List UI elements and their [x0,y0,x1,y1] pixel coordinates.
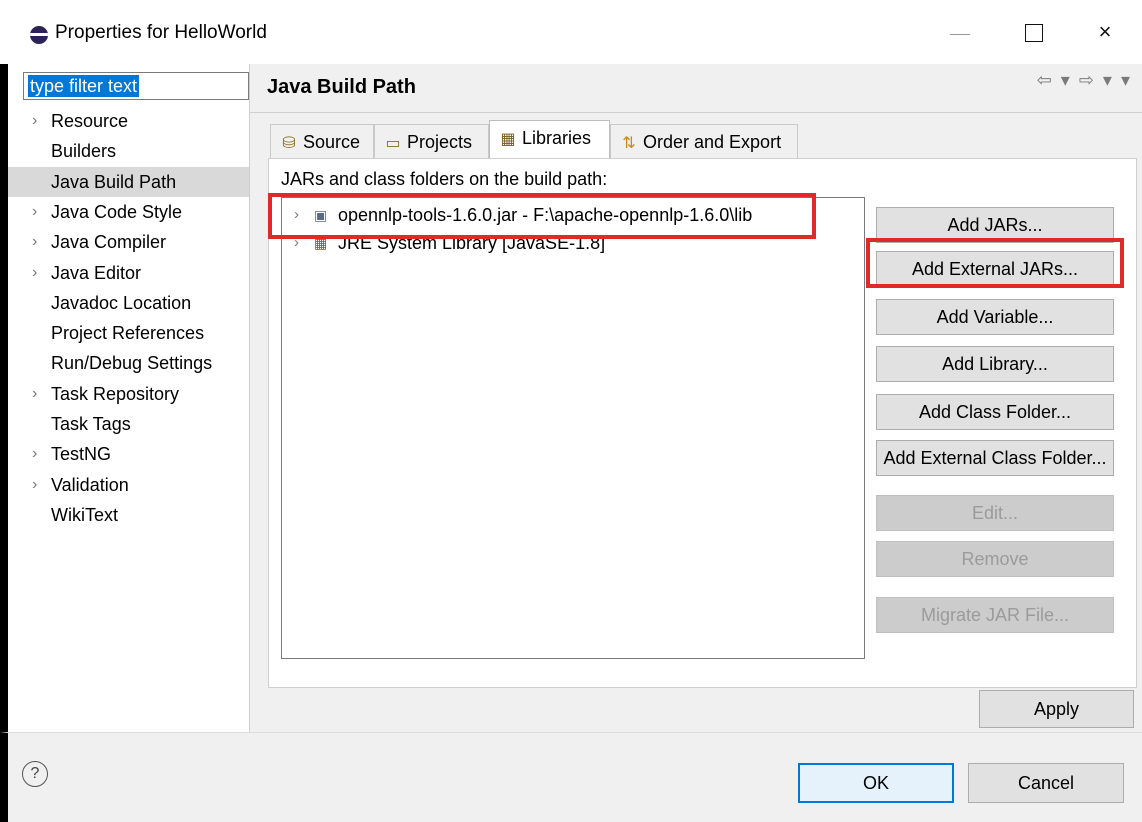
sidebar-item-label: Validation [51,474,129,495]
section-label: JARs and class folders on the build path… [281,169,608,189]
chevron-right-icon[interactable]: › [32,379,37,409]
tab-libraries-label: Libraries [522,128,592,148]
chevron-right-icon[interactable]: › [32,258,37,288]
sidebar-item-javadoc-location[interactable]: Javadoc Location [8,288,249,318]
add-library-button[interactable]: Add Library... [876,346,1114,382]
sidebar-item-builders[interactable]: Builders [8,136,249,166]
add-jars-button[interactable]: Add JARs... [876,207,1114,243]
library-label: opennlp-tools-1.6.0.jar - F:\apache-open… [338,205,753,225]
library-icon: ▦ [314,235,328,251]
sidebar-item-java-code-style[interactable]: › Java Code Style [8,197,249,227]
sidebar-item-label: Resource [51,111,129,131]
tab-projects[interactable]: ▭ Projects [374,124,489,158]
sidebar-item-java-build-path[interactable]: Java Build Path [8,166,249,197]
library-entry-jre[interactable]: › ▦ JRE System Library [JavaSE-1.8] [282,229,862,257]
chevron-right-icon[interactable]: › [32,439,37,469]
sidebar: type filter text › Resource Builders Java B… [0,64,250,732]
expand-icon[interactable]: › [294,201,299,229]
migrate-jar-file-button[interactable]: Migrate JAR File... [876,597,1114,633]
library-icon: ▦ [500,131,516,148]
sidebar-item-testng[interactable]: › TestNG [8,439,249,469]
sidebar-item-label: Task Tags [51,414,131,434]
maximize-icon [1025,24,1043,42]
tab-source-label: Source [303,132,361,152]
apply-button[interactable]: Apply [979,690,1134,728]
navigation-arrows-icon[interactable]: ⇦ ▾ ⇨ ▾ ▾ [1037,70,1132,91]
title-bar: Properties for HelloWorld × [0,0,1142,64]
ok-button[interactable]: OK [798,763,954,803]
main-panel: Java Build Path ⇦ ▾ ⇨ ▾ ▾ ⛁ Source ▭ Proje… [250,64,1142,732]
edit-button[interactable]: Edit... [876,495,1114,531]
sidebar-item-project-references[interactable]: Project References [8,318,249,348]
window-title: Properties for HelloWorld [55,22,267,43]
close-button[interactable]: × [1082,12,1128,52]
sidebar-item-java-editor[interactable]: › Java Editor [8,258,249,288]
tab-source[interactable]: ⛁ Source [270,124,374,158]
add-class-folder-button[interactable]: Add Class Folder... [876,394,1114,430]
library-entry-opennlp[interactable]: › ▣ opennlp-tools-1.6.0.jar - F:\apache-… [282,201,862,229]
cancel-button[interactable]: Cancel [968,763,1124,803]
folder-icon: ▭ [385,135,401,152]
jar-icon: ▣ [314,207,328,223]
add-external-jars-button[interactable]: Add External JARs... [876,251,1114,287]
chevron-right-icon[interactable]: › [32,106,37,136]
chevron-right-icon[interactable]: › [32,227,37,257]
sidebar-item-resource[interactable]: › Resource [8,106,249,136]
eclipse-icon [30,26,48,44]
filter-input-text[interactable]: type filter text [28,75,140,97]
sidebar-item-label: Task Repository [51,383,180,404]
sidebar-item-wikitext[interactable]: WikiText [8,500,249,530]
sidebar-item-label: Javadoc Location [51,292,192,313]
maximize-button[interactable] [1010,12,1056,52]
properties-dialog: Properties for HelloWorld × type filter … [0,0,1142,822]
order-export-icon: ⇅ [622,135,636,152]
sidebar-item-label: Java Build Path [51,171,177,192]
sidebar-item-label: Project References [51,323,205,344]
expand-icon[interactable]: › [294,229,299,257]
sidebar-item-java-compiler[interactable]: › Java Compiler [8,227,249,257]
sidebar-item-label: Java Editor [51,262,142,283]
libraries-tab-panel: JARs and class folders on the build path… [268,158,1137,688]
sidebar-item-label: Builders [51,141,117,162]
sidebar-item-label: WikiText [51,504,118,525]
help-icon[interactable]: ? [22,761,48,787]
library-label: JRE System Library [JavaSE-1.8] [338,233,606,253]
dialog-footer: ? OK Cancel [0,732,1142,822]
header-divider [250,112,1142,113]
sidebar-item-label: TestNG [51,444,112,465]
add-variable-button[interactable]: Add Variable... [876,299,1114,335]
sidebar-item-label: Java Compiler [51,232,167,253]
page-title: Java Build Path [267,76,416,98]
filter-input[interactable]: type filter text [23,72,249,100]
sidebar-item-validation[interactable]: › Validation [8,470,249,500]
sidebar-item-task-repository[interactable]: › Task Repository [8,379,249,409]
sidebar-item-task-tags[interactable]: Task Tags [8,409,249,439]
chevron-right-icon[interactable]: › [32,470,37,500]
library-list[interactable]: › ▣ opennlp-tools-1.6.0.jar - F:\apache-… [281,197,865,659]
source-icon: ⛁ [282,135,296,152]
remove-button[interactable]: Remove [876,541,1114,577]
tab-order-and-export[interactable]: ⇅ Order and Export [610,124,798,158]
tab-order-and-export-label: Order and Export [643,132,782,152]
sidebar-item-label: Run/Debug Settings [51,353,213,374]
chevron-right-icon[interactable]: › [32,197,37,227]
sidebar-item-run-debug-settings[interactable]: Run/Debug Settings [8,348,249,378]
minimize-icon [950,34,970,35]
tab-libraries[interactable]: ▦ Libraries [489,120,610,158]
minimize-button[interactable] [938,12,984,52]
add-external-class-folder-button[interactable]: Add External Class Folder... [876,440,1114,476]
tab-projects-label: Projects [407,132,473,152]
sidebar-item-label: Java Code Style [51,201,183,222]
